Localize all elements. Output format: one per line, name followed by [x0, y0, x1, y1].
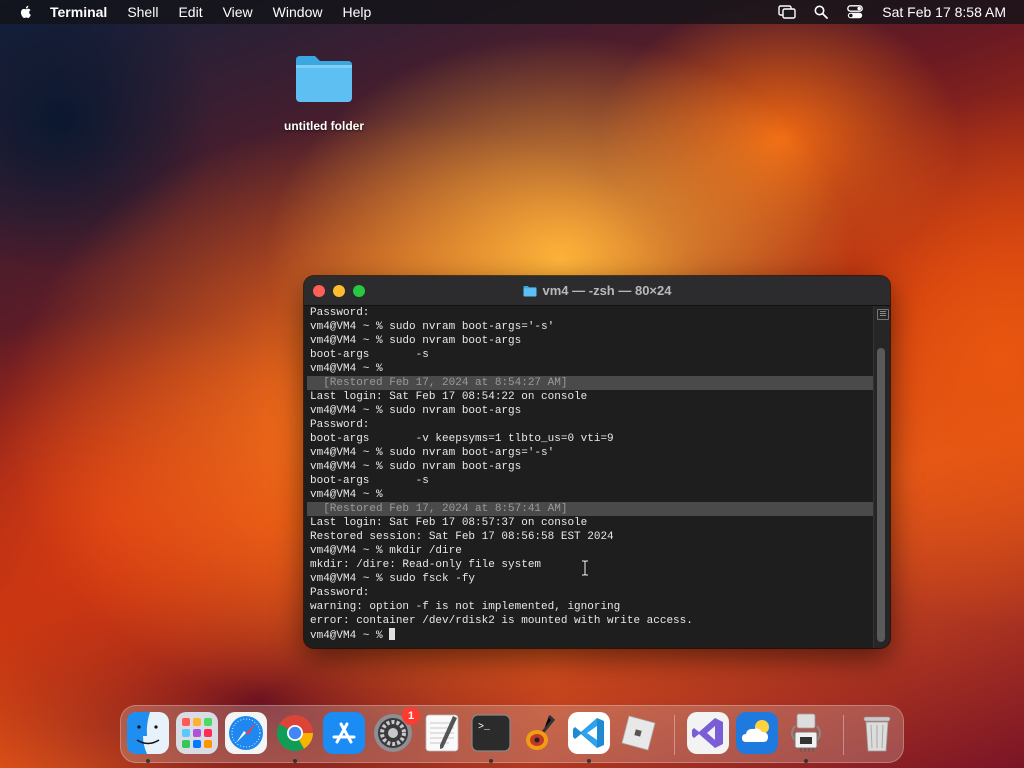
terminal-icon[interactable]: >_	[470, 712, 512, 754]
terminal-line: vm4@VM4 ~ % sudo nvram boot-args='-s'	[310, 447, 555, 459]
terminal-line: boot-args -s	[310, 475, 429, 487]
window-title: vm4 — -zsh — 80×24	[304, 276, 890, 305]
vertical-scrollbar[interactable]	[873, 306, 890, 648]
scroll-split-icon[interactable]	[877, 309, 889, 320]
trash-icon[interactable]	[856, 712, 898, 754]
menu-bar: Terminal Shell Edit View Window Help Sat…	[0, 0, 1024, 24]
ibeam-cursor-icon	[582, 560, 588, 576]
running-indicator	[146, 759, 150, 763]
chrome-icon[interactable]	[274, 712, 316, 754]
dock: 1 >_	[120, 705, 904, 763]
terminal-line: error: container /dev/rdisk2 is mounted …	[310, 615, 693, 627]
dock-separator	[843, 715, 844, 755]
menu-view[interactable]: View	[223, 4, 253, 20]
system-information-icon[interactable]	[785, 712, 827, 754]
terminal-window: vm4 — -zsh — 80×24 Password: vm4@VM4 ~ %…	[304, 276, 890, 648]
running-indicator	[293, 759, 297, 763]
dock-separator	[674, 715, 675, 755]
system-settings-icon[interactable]: 1	[372, 707, 420, 754]
menu-shell[interactable]: Shell	[127, 4, 158, 20]
terminal-line: Password:	[310, 307, 370, 319]
window-title-text: vm4 — -zsh — 80×24	[542, 283, 672, 298]
terminal-line: boot-args -s	[310, 349, 429, 361]
textedit-icon[interactable]	[421, 712, 463, 754]
terminal-output[interactable]: Password: vm4@VM4 ~ % sudo nvram boot-ar…	[304, 306, 876, 648]
launchpad-icon[interactable]	[176, 712, 218, 754]
terminal-line: vm4@VM4 ~ %	[310, 489, 383, 501]
terminal-line: Last login: Sat Feb 17 08:57:37 on conso…	[310, 517, 588, 529]
restored-session-marker: [Restored Feb 17, 2024 at 8:57:41 AM]	[307, 502, 876, 516]
text-cursor	[389, 628, 396, 640]
notification-badge: 1	[402, 707, 420, 725]
weather-icon[interactable]	[736, 712, 778, 754]
menu-extras: Sat Feb 17 8:58 AM	[762, 0, 1006, 24]
desktop-folder[interactable]: untitled folder	[276, 52, 372, 133]
terminal-line: Password:	[310, 419, 370, 431]
garageband-icon[interactable]	[519, 712, 561, 754]
safari-icon[interactable]	[225, 712, 267, 754]
terminal-line: vm4@VM4 ~ % sudo nvram boot-args='-s'	[310, 321, 555, 333]
terminal-line: boot-args -v keepsyms=1 tlbto_us=0 vti=9	[310, 433, 614, 445]
terminal-line: vm4@VM4 ~ % sudo nvram boot-args	[310, 335, 522, 347]
finder-icon[interactable]	[127, 712, 169, 754]
terminal-line: vm4@VM4 ~ % mkdir /dire	[310, 545, 462, 557]
restored-session-marker: [Restored Feb 17, 2024 at 8:54:27 AM]	[307, 376, 876, 390]
terminal-line: Last login: Sat Feb 17 08:54:22 on conso…	[310, 391, 588, 403]
terminal-line: Password:	[310, 587, 370, 599]
menu-help[interactable]: Help	[342, 4, 371, 20]
spotlight-search-icon[interactable]	[812, 4, 830, 20]
terminal-line: vm4@VM4 ~ % sudo nvram boot-args	[310, 405, 522, 417]
menu-clock[interactable]: Sat Feb 17 8:58 AM	[882, 4, 1006, 20]
terminal-line: vm4@VM4 ~ % sudo fsck -fy	[310, 573, 476, 585]
apple-menu-icon[interactable]	[18, 4, 34, 20]
visual-studio-icon[interactable]	[687, 712, 729, 754]
folder-label: untitled folder	[284, 119, 364, 133]
screen-mirroring-icon[interactable]	[778, 4, 796, 20]
running-indicator	[489, 759, 493, 763]
menu-window[interactable]: Window	[273, 4, 323, 20]
scrollbar-thumb[interactable]	[877, 348, 885, 642]
app-store-icon[interactable]	[323, 712, 365, 754]
terminal-line: vm4@VM4 ~ %	[310, 363, 383, 375]
svg-text:>_: >_	[478, 722, 491, 733]
roblox-icon[interactable]	[617, 712, 659, 754]
running-indicator	[587, 759, 591, 763]
menu-edit[interactable]: Edit	[178, 4, 202, 20]
running-indicator	[804, 759, 808, 763]
terminal-line: mkdir: /dire: Read-only file system	[310, 559, 542, 571]
terminal-prompt-line[interactable]: vm4@VM4 ~ %	[310, 628, 876, 642]
control-center-icon[interactable]	[846, 4, 864, 20]
folder-icon	[523, 285, 536, 296]
terminal-line: warning: option -f is not implemented, i…	[310, 601, 621, 613]
window-titlebar[interactable]: vm4 — -zsh — 80×24	[304, 276, 890, 306]
folder-icon	[296, 56, 352, 102]
vscode-icon[interactable]	[568, 712, 610, 754]
menu-app-name[interactable]: Terminal	[50, 4, 107, 20]
terminal-line: Restored session: Sat Feb 17 08:56:58 ES…	[310, 531, 614, 543]
terminal-line: vm4@VM4 ~ % sudo nvram boot-args	[310, 461, 522, 473]
